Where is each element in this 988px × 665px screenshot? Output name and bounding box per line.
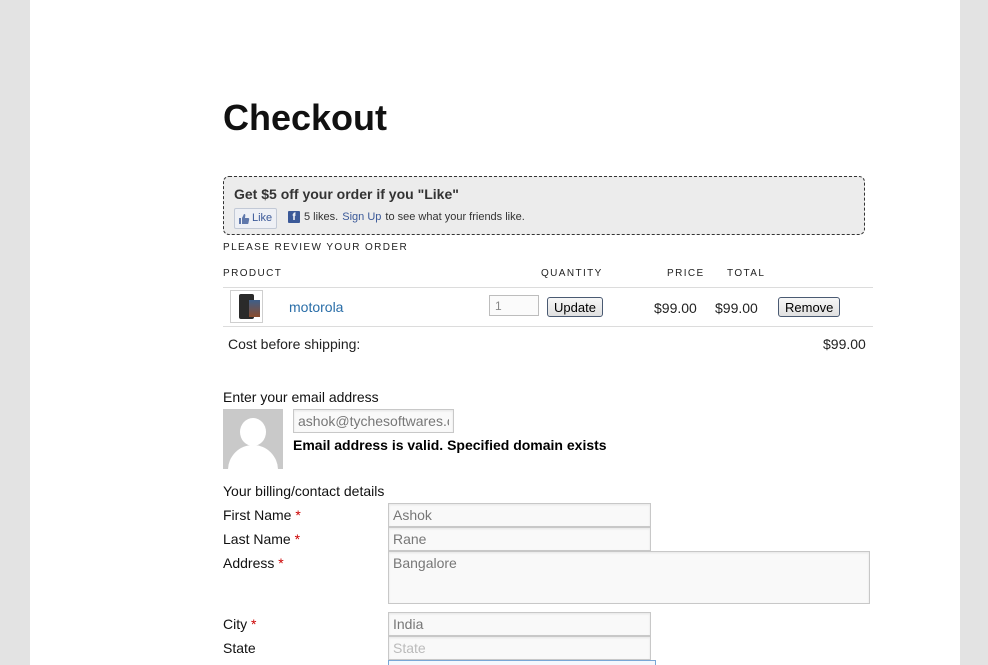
page-title: Checkout [223, 97, 388, 138]
subtotal-label: Cost before shipping: [228, 336, 361, 352]
facebook-icon: f [288, 211, 300, 223]
avatar-placeholder-icon [223, 409, 283, 469]
likes-count: 5 likes. [304, 211, 339, 223]
thumbs-up-icon [239, 213, 250, 224]
quantity-input[interactable] [489, 295, 539, 316]
email-label: Enter your email address [223, 389, 379, 405]
update-button[interactable]: Update [547, 297, 603, 317]
phone-image [239, 294, 260, 319]
column-price: PRICE [667, 268, 705, 279]
column-total: TOTAL [727, 268, 766, 279]
required-marker: * [278, 555, 284, 571]
facebook-like-button[interactable]: Like [234, 208, 278, 229]
subtotal-value: $99.00 [823, 336, 866, 352]
address-textarea[interactable]: Bangalore [388, 551, 870, 604]
table-divider [223, 326, 873, 327]
city-input[interactable] [388, 612, 651, 636]
promo-headline: Get $5 off your order if you "Like" [234, 186, 459, 202]
required-marker: * [294, 531, 301, 547]
column-product: PRODUCT [223, 268, 283, 279]
email-validation-message: Email address is valid. Specified domain… [293, 437, 607, 453]
billing-heading: Your billing/contact details [223, 483, 385, 499]
address-label: Address * [223, 555, 284, 571]
last-name-label: Last Name * [223, 531, 301, 547]
city-label: City * [223, 616, 257, 632]
table-divider [223, 287, 873, 288]
product-name-link[interactable]: motorola [289, 299, 343, 315]
state-input[interactable] [388, 636, 651, 660]
like-label: Like [252, 212, 273, 224]
email-input[interactable] [293, 409, 454, 433]
item-price: $99.00 [654, 300, 697, 316]
review-heading: PLEASE REVIEW YOUR ORDER [223, 242, 409, 253]
country-select[interactable] [388, 660, 656, 665]
like-promo-box: Get $5 off your order if you "Like" Like… [223, 176, 865, 235]
signup-suffix: to see what your friends like. [385, 211, 525, 223]
checkout-page: Checkout Get $5 off your order if you "L… [30, 0, 960, 665]
product-thumbnail[interactable] [230, 290, 263, 323]
state-label: State [223, 640, 256, 656]
last-name-input[interactable] [388, 527, 651, 551]
first-name-label: First Name * [223, 507, 301, 523]
facebook-likes-line: f 5 likes. Sign Up to see what your frie… [288, 211, 525, 223]
signup-link[interactable]: Sign Up [342, 211, 381, 223]
column-quantity: QUANTITY [541, 268, 603, 279]
item-total: $99.00 [715, 300, 758, 316]
first-name-input[interactable] [388, 503, 651, 527]
remove-button[interactable]: Remove [778, 297, 841, 317]
required-marker: * [295, 507, 301, 523]
required-marker: * [251, 616, 257, 632]
